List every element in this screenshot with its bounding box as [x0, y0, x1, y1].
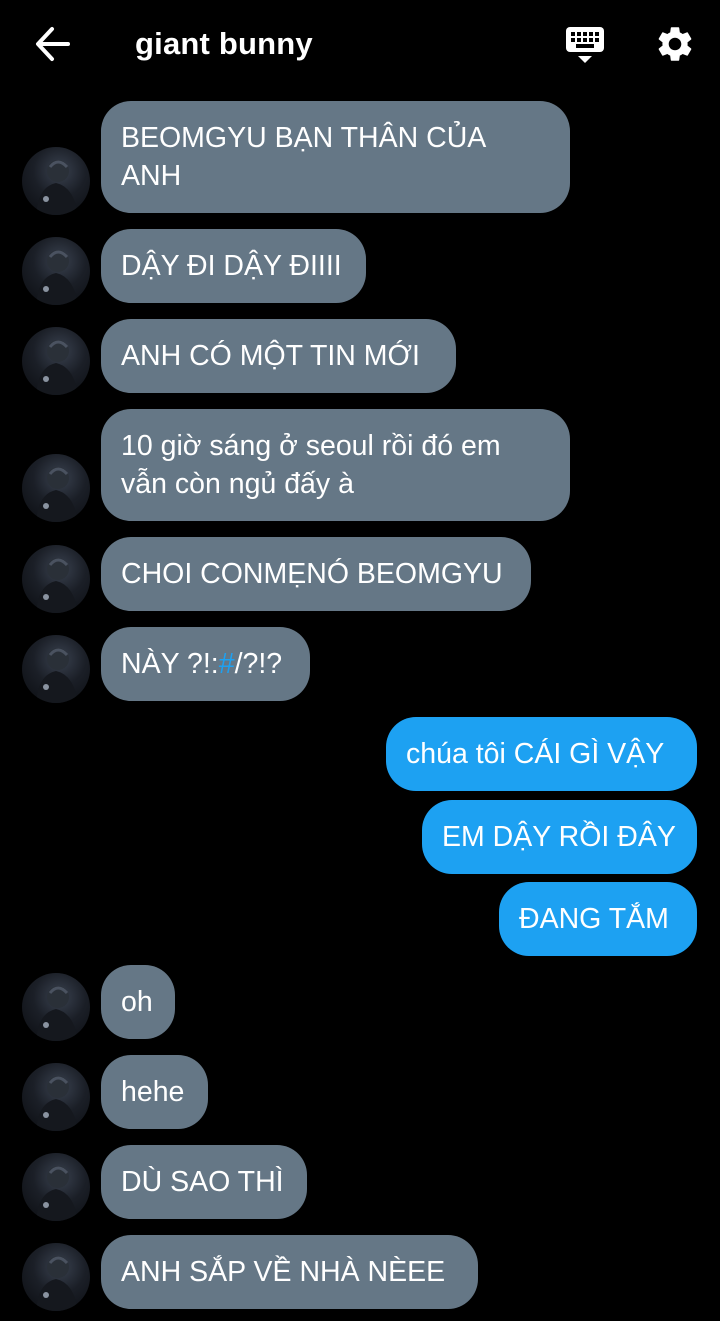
avatar-photo-icon	[36, 467, 78, 522]
message-text: 10 giờ sáng ở seoul rồi đó em vẫn còn ng…	[121, 430, 501, 500]
top-app-bar: giant bunny	[0, 0, 720, 88]
avatar[interactable]	[22, 454, 90, 522]
avatar-photo-icon	[36, 340, 78, 395]
avatar-photo-icon	[36, 1076, 78, 1131]
gear-icon	[658, 27, 692, 61]
message-text: hehe	[121, 1076, 185, 1108]
message-text: DÙ SAO THÌ	[121, 1166, 284, 1198]
message-text: DẬY ĐI DẬY ĐIIII	[121, 250, 342, 282]
avatar-photo-icon	[36, 986, 78, 1041]
avatar[interactable]	[22, 1243, 90, 1311]
message-text: ANH CÓ MỘT TIN MỚI	[121, 340, 420, 372]
avatar[interactable]	[22, 973, 90, 1041]
message-text: EM DẬY RỒI ĐÂY	[442, 821, 676, 853]
message-text: oh	[121, 986, 153, 1018]
avatar-photo-icon	[36, 160, 78, 215]
message-text: BEOMGYU BẠN THÂN CỦA ANH	[121, 122, 485, 192]
avatar-photo-icon	[36, 558, 78, 613]
incoming-message-bubble[interactable]: ANH CÓ MỘT TIN MỚI	[101, 319, 456, 393]
message-text: ANH SẮP VỀ NHÀ NÈEE	[121, 1256, 446, 1288]
message-text: NÀY ?!:	[121, 648, 219, 680]
outgoing-message-bubble[interactable]: chúa tôi CÁI GÌ VẬY	[386, 717, 697, 791]
avatar-photo-icon	[36, 648, 78, 703]
incoming-message-bubble[interactable]: DẬY ĐI DẬY ĐIIII	[101, 229, 366, 303]
message-thread: BEOMGYU BẠN THÂN CỦA ANH DẬY ĐI DẬY ĐIII…	[0, 0, 720, 1321]
back-button[interactable]	[30, 24, 74, 64]
keyboard-icon	[566, 27, 604, 63]
avatar[interactable]	[22, 237, 90, 305]
message-text: CHOI CONMẸNÓ BEOMGYU	[121, 558, 503, 590]
message-text: /?!?	[234, 648, 283, 680]
incoming-message-bubble[interactable]: DÙ SAO THÌ	[101, 1145, 307, 1219]
avatar-photo-icon	[36, 1256, 78, 1311]
outgoing-message-bubble[interactable]: EM DẬY RỒI ĐÂY	[422, 800, 697, 874]
message-text: ĐANG TẮM	[519, 903, 669, 935]
incoming-message-bubble[interactable]: oh	[101, 965, 175, 1039]
avatar-photo-icon	[36, 1166, 78, 1221]
hashtag-link[interactable]: #	[219, 648, 235, 680]
settings-button[interactable]	[654, 23, 696, 65]
avatar[interactable]	[22, 147, 90, 215]
message-text: chúa tôi CÁI GÌ VẬY	[406, 738, 665, 770]
avatar[interactable]	[22, 635, 90, 703]
avatar-photo-icon	[36, 250, 78, 305]
avatar[interactable]	[22, 1063, 90, 1131]
incoming-message-bubble[interactable]: 10 giờ sáng ở seoul rồi đó em vẫn còn ng…	[101, 409, 570, 521]
conversation-title: giant bunny	[135, 26, 313, 61]
incoming-message-bubble[interactable]: BEOMGYU BẠN THÂN CỦA ANH	[101, 101, 570, 213]
incoming-message-bubble[interactable]: hehe	[101, 1055, 208, 1129]
arrow-left-icon	[36, 27, 70, 61]
incoming-message-bubble[interactable]: CHOI CONMẸNÓ BEOMGYU	[101, 537, 531, 611]
avatar[interactable]	[22, 545, 90, 613]
outgoing-message-bubble[interactable]: ĐANG TẮM	[499, 882, 697, 956]
avatar[interactable]	[22, 327, 90, 395]
incoming-message-bubble[interactable]: ANH SẮP VỀ NHÀ NÈEE	[101, 1235, 478, 1309]
keyboard-toggle-button[interactable]	[564, 24, 606, 66]
avatar[interactable]	[22, 1153, 90, 1221]
incoming-message-bubble[interactable]: NÀY ?!:#/?!?	[101, 627, 310, 701]
